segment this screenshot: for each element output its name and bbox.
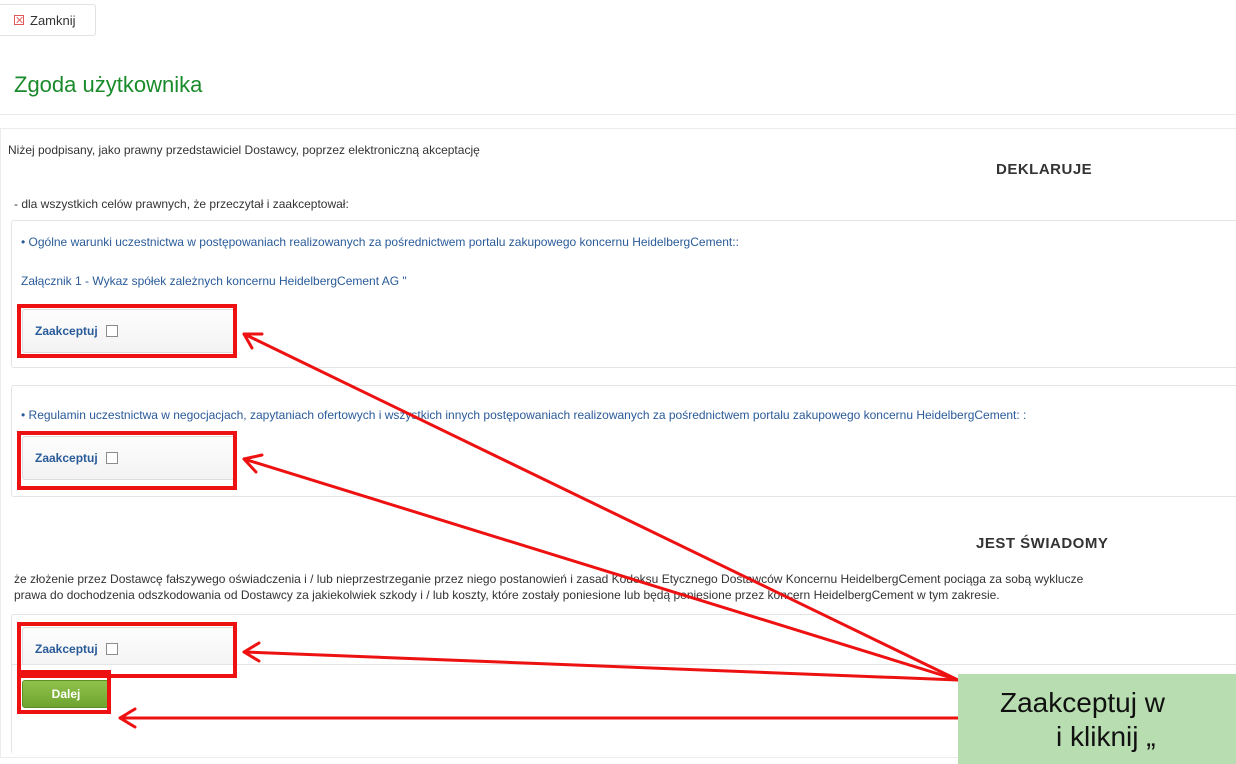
close-icon — [14, 15, 24, 25]
accept-label: Zaakceptuj — [35, 324, 98, 338]
callout-line1: Zaakceptuj w — [1000, 687, 1165, 718]
aware-text-line1: że złożenie przez Dostawcę fałszywego oś… — [14, 572, 1084, 586]
checkbox[interactable] — [105, 643, 118, 655]
declares-text: - dla wszystkich celów prawnych, że prze… — [14, 197, 349, 211]
close-label: Zamknij — [30, 12, 76, 28]
callout-line2: i kliknij „ — [1056, 721, 1156, 752]
appendix-link[interactable]: Załącznik 1 - Wykaz spółek zależnych kon… — [21, 274, 407, 288]
accept-terms-checkbox[interactable]: Zaakceptuj — [22, 309, 235, 353]
page-title: Zgoda użytkownika — [14, 72, 203, 97]
accept-label: Zaakceptuj — [35, 642, 98, 656]
intro-text: Niżej podpisany, jako prawny przedstawic… — [8, 143, 480, 157]
declares-heading: DEKLARUJE — [996, 161, 1093, 178]
divider — [0, 114, 1236, 115]
general-terms-link[interactable]: • Ogólne warunki uczestnictwa w postępow… — [21, 235, 739, 249]
instruction-callout: Zaakceptuj w i kliknij „ — [958, 674, 1236, 764]
aware-heading: JEST ŚWIADOMY — [976, 535, 1109, 552]
next-button[interactable]: Dalej — [22, 680, 110, 708]
regulations-link[interactable]: • Regulamin uczestnictwa w negocjacjach,… — [21, 408, 1026, 422]
close-button[interactable]: Zamknij — [0, 4, 96, 36]
checkbox[interactable] — [105, 325, 118, 337]
checkbox[interactable] — [105, 452, 118, 464]
aware-text-line2: prawa do dochodzenia odszkodowania od Do… — [14, 588, 1000, 602]
accept-regulations-checkbox[interactable]: Zaakceptuj — [22, 436, 235, 480]
accept-label: Zaakceptuj — [35, 451, 98, 465]
